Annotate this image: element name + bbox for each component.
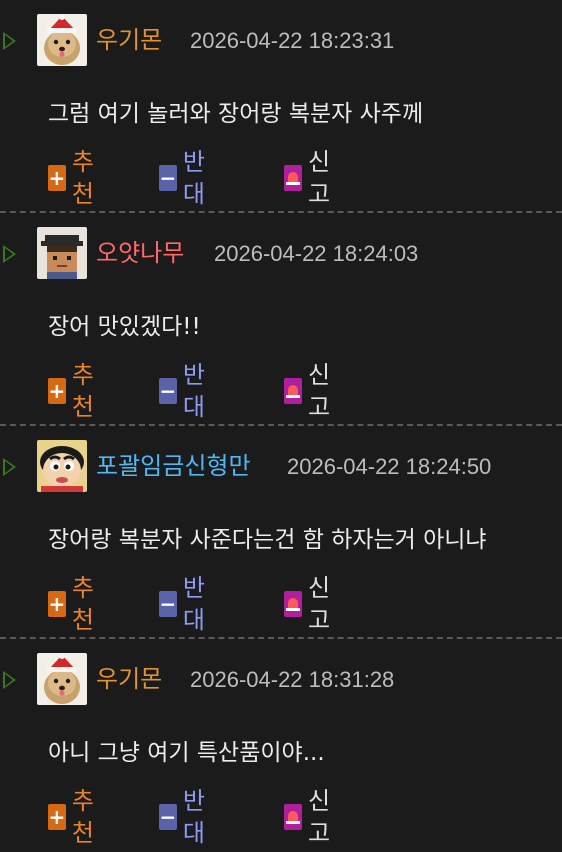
siren-icon: [284, 378, 302, 404]
comment-item: 오얏나무 2026-04-22 18:24:03 장어 맛있겠다!! + 추천 …: [0, 213, 562, 426]
downvote-button[interactable]: − 반대: [159, 148, 213, 208]
cartoon-boy-avatar[interactable]: [37, 440, 87, 492]
reply-arrow-icon: [3, 32, 16, 50]
plus-icon: +: [48, 378, 66, 404]
report-label: 신고: [308, 361, 331, 421]
comment-text: 장어 맛있겠다!!: [48, 314, 201, 340]
downvote-label: 반대: [182, 361, 205, 421]
upvote-label: 추천: [71, 787, 94, 847]
report-button[interactable]: 신고: [284, 148, 338, 208]
downvote-button[interactable]: − 반대: [159, 361, 213, 421]
report-label: 신고: [308, 787, 331, 847]
minus-icon: −: [159, 378, 177, 404]
downvote-button[interactable]: − 반대: [159, 574, 213, 634]
reply-arrow-icon: [3, 671, 16, 689]
report-label: 신고: [308, 574, 331, 634]
dog-santa-avatar[interactable]: [37, 14, 87, 66]
downvote-label: 반대: [182, 574, 205, 634]
plus-icon: +: [48, 591, 66, 617]
comment-item: 포괄임금신형만 2026-04-22 18:24:50 장어랑 복분자 사준다는…: [0, 426, 562, 639]
comment-list: 우기몬 2026-04-22 18:23:31 그럼 여기 놀러와 장어랑 복분…: [0, 0, 562, 852]
minus-icon: −: [159, 165, 177, 191]
minus-icon: −: [159, 804, 177, 830]
timestamp: 2026-04-22 18:24:50: [287, 454, 492, 479]
plus-icon: +: [48, 804, 66, 830]
timestamp: 2026-04-22 18:23:31: [190, 28, 395, 53]
plus-icon: +: [48, 165, 66, 191]
upvote-button[interactable]: + 추천: [48, 361, 102, 421]
nickname[interactable]: 포괄임금신형만: [96, 450, 251, 482]
report-label: 신고: [308, 148, 331, 208]
comment-text: 아니 그냥 여기 특산품이야...: [48, 740, 325, 766]
timestamp: 2026-04-22 18:31:28: [190, 667, 395, 692]
upvote-button[interactable]: + 추천: [48, 148, 102, 208]
upvote-label: 추천: [71, 148, 94, 208]
nickname[interactable]: 오얏나무: [96, 237, 184, 269]
pixel-graduate-avatar[interactable]: [37, 227, 87, 279]
downvote-button[interactable]: − 반대: [159, 787, 213, 847]
upvote-button[interactable]: + 추천: [48, 787, 102, 847]
reply-arrow-icon: [3, 245, 16, 263]
dog-santa-avatar[interactable]: [37, 653, 87, 705]
report-button[interactable]: 신고: [284, 574, 338, 634]
timestamp: 2026-04-22 18:24:03: [214, 241, 419, 266]
siren-icon: [284, 591, 302, 617]
reply-arrow-icon: [3, 458, 16, 476]
nickname[interactable]: 우기몬: [96, 663, 162, 695]
siren-icon: [284, 804, 302, 830]
downvote-label: 반대: [182, 148, 205, 208]
nickname[interactable]: 우기몬: [96, 24, 162, 56]
upvote-label: 추천: [71, 574, 94, 634]
minus-icon: −: [159, 591, 177, 617]
upvote-button[interactable]: + 추천: [48, 574, 102, 634]
comment-text: 그럼 여기 놀러와 장어랑 복분자 사주께: [48, 101, 424, 127]
downvote-label: 반대: [182, 787, 205, 847]
comment-text: 장어랑 복분자 사준다는건 함 하자는거 아니냐: [48, 527, 487, 553]
comment-item: 우기몬 2026-04-22 18:31:28 아니 그냥 여기 특산품이야..…: [0, 639, 562, 852]
comment-item: 우기몬 2026-04-22 18:23:31 그럼 여기 놀러와 장어랑 복분…: [0, 0, 562, 213]
upvote-label: 추천: [71, 361, 94, 421]
siren-icon: [284, 165, 302, 191]
report-button[interactable]: 신고: [284, 787, 338, 847]
report-button[interactable]: 신고: [284, 361, 338, 421]
